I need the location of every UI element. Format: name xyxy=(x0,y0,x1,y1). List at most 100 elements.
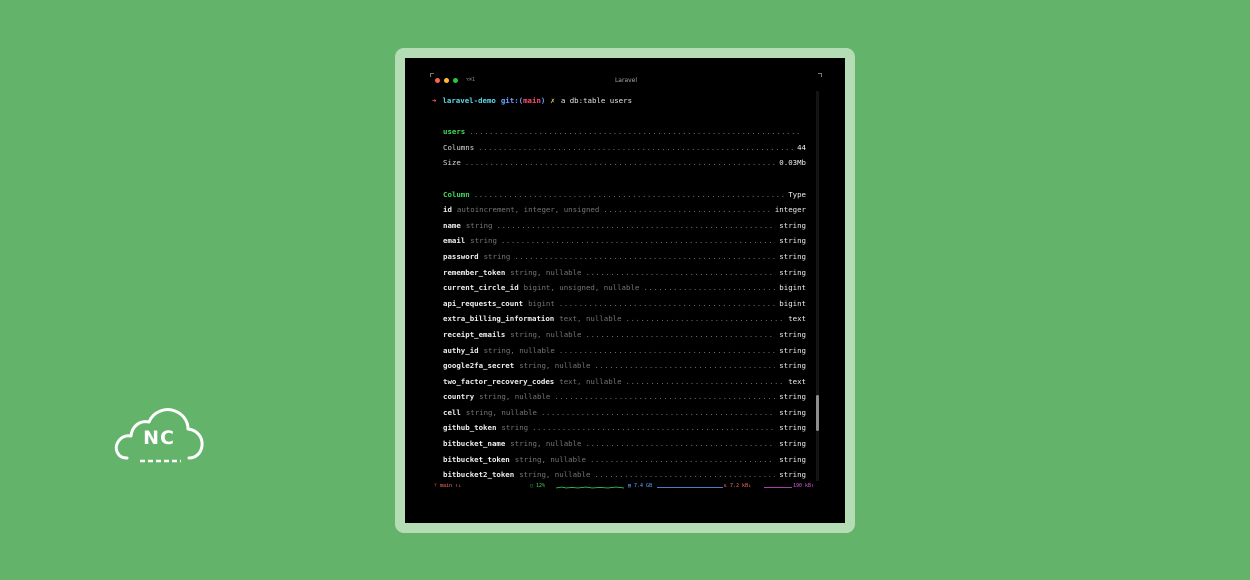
column-type: string xyxy=(779,267,806,277)
column-attributes: string, nullable xyxy=(465,407,538,417)
column-row: bitbucket_name string, nullable string xyxy=(432,436,806,452)
column-attributes: string xyxy=(483,251,511,261)
column-name: country xyxy=(443,392,475,402)
leader-dots xyxy=(603,202,771,218)
column-type: string xyxy=(779,329,806,339)
column-row: bitbucket2_token string, nullable string xyxy=(432,467,806,483)
leader-dots xyxy=(586,436,776,452)
leader-dots xyxy=(554,389,775,405)
column-type: string xyxy=(779,236,806,246)
dirty-mark-icon: ✗ xyxy=(550,96,555,105)
leader-dots xyxy=(594,358,775,374)
column-row: two_factor_recovery_codes text, nullable t… xyxy=(432,374,806,390)
column-name: google2fa_secret xyxy=(443,361,515,371)
column-name: cell xyxy=(443,407,461,417)
table-name: users xyxy=(443,127,466,137)
column-type: string xyxy=(779,345,806,355)
leader-dots xyxy=(501,233,775,249)
nc-cloud-logo: NC xyxy=(113,406,205,466)
column-type: string xyxy=(779,361,806,371)
column-attributes: string, nullable xyxy=(479,392,551,402)
leader-dots xyxy=(465,155,775,171)
leader-dots xyxy=(514,249,775,265)
prompt-branch: main xyxy=(523,96,541,105)
leader-dots xyxy=(626,374,785,390)
info-key: Size xyxy=(443,158,461,168)
column-header-row: Column Type xyxy=(432,187,806,203)
status-cpu: ▢ 12% xyxy=(530,483,546,489)
column-name: id xyxy=(443,205,452,215)
column-type: text xyxy=(788,376,806,386)
column-row: receipt_emails string, nullable string xyxy=(432,327,806,343)
table-info-row: Size 0.03Mb xyxy=(432,155,806,171)
cpu-sparkline xyxy=(556,486,624,489)
leader-dots xyxy=(590,452,775,468)
column-header-label: Column xyxy=(443,189,470,199)
column-type: string xyxy=(779,470,806,480)
leader-dots xyxy=(643,280,775,296)
column-name: bitbucket_token xyxy=(443,454,510,464)
prompt-arrow-icon: ➜ xyxy=(432,96,437,105)
leader-dots xyxy=(474,187,784,203)
column-attributes: string xyxy=(470,236,497,246)
column-type: bigint xyxy=(779,298,806,308)
leader-dots xyxy=(594,467,775,483)
column-name: name xyxy=(443,220,461,230)
info-value: 44 xyxy=(797,142,806,152)
table-info-row: Columns 44 xyxy=(432,140,806,156)
terminal-output[interactable]: ➜ laravel-demo git:(main) ✗ a db:table u… xyxy=(432,93,806,483)
column-row: cell string, nullable string xyxy=(432,405,806,421)
info-value: 0.03Mb xyxy=(779,158,806,168)
leader-dots xyxy=(626,311,785,327)
column-name: bitbucket2_token xyxy=(443,470,515,480)
screenshot-frame: ⌥⌘1 Laravel ➜ laravel-demo git:(main) ✗ … xyxy=(395,48,855,533)
table-info-row: users xyxy=(432,124,806,140)
column-row: id autoincrement, integer, unsigned intege… xyxy=(432,202,806,218)
column-name: authy_id xyxy=(443,345,479,355)
column-attributes: string, nullable xyxy=(519,361,591,371)
column-row: country string, nullable string xyxy=(432,389,806,405)
column-name: password xyxy=(443,251,479,261)
column-type: bigint xyxy=(779,283,806,293)
scrollbar-thumb[interactable] xyxy=(816,395,819,431)
column-attributes: string, nullable xyxy=(510,439,582,449)
column-attributes: string, nullable xyxy=(519,470,591,480)
column-attributes: string, nullable xyxy=(510,329,582,339)
column-attributes: string, nullable xyxy=(514,454,586,464)
column-row: email string string xyxy=(432,233,806,249)
column-attributes: text, nullable xyxy=(559,376,622,386)
column-row: github_token string string xyxy=(432,420,806,436)
column-name: github_token xyxy=(443,423,497,433)
leader-dots xyxy=(541,405,775,421)
column-name: bitbucket_name xyxy=(443,439,506,449)
prompt-line: ➜ laravel-demo git:(main) ✗ a db:table u… xyxy=(432,93,806,109)
status-bar: ᛘ main ↑↓ ▢ 12% ▤ 7.4 GB ⇅ 7.2 kB↓ 190 k… xyxy=(434,483,818,491)
network-sparkline xyxy=(764,487,792,488)
leader-dots xyxy=(497,218,776,234)
status-branch: ᛘ main ↑↓ xyxy=(434,483,462,489)
column-row: password string string xyxy=(432,249,806,265)
prompt-git-close: ) xyxy=(540,96,546,105)
info-key: Columns xyxy=(443,142,475,152)
column-row: extra_billing_information text, nullable t… xyxy=(432,311,806,327)
column-row: name string string xyxy=(432,218,806,234)
column-name: api_requests_count xyxy=(443,298,524,308)
leader-dots xyxy=(478,140,793,156)
column-name: current_circle_id xyxy=(443,283,519,293)
column-type: string xyxy=(779,454,806,464)
terminal-screen: ⌥⌘1 Laravel ➜ laravel-demo git:(main) ✗ … xyxy=(405,58,845,523)
column-type: integer xyxy=(774,205,806,215)
leader-dots xyxy=(586,327,776,343)
column-type: string xyxy=(779,423,806,433)
status-rate: 190 kB↑ xyxy=(793,483,815,489)
column-attributes: string, nullable xyxy=(510,267,582,277)
leader-dots xyxy=(532,420,775,436)
status-network: ⇅ 7.2 kB↓ xyxy=(724,483,752,489)
column-name: receipt_emails xyxy=(443,329,506,339)
column-type: string xyxy=(779,439,806,449)
column-type: string xyxy=(779,407,806,417)
prompt-directory: laravel-demo xyxy=(442,96,496,105)
memory-sparkline xyxy=(657,487,723,488)
column-attributes: autoincrement, integer, unsigned xyxy=(456,205,600,215)
